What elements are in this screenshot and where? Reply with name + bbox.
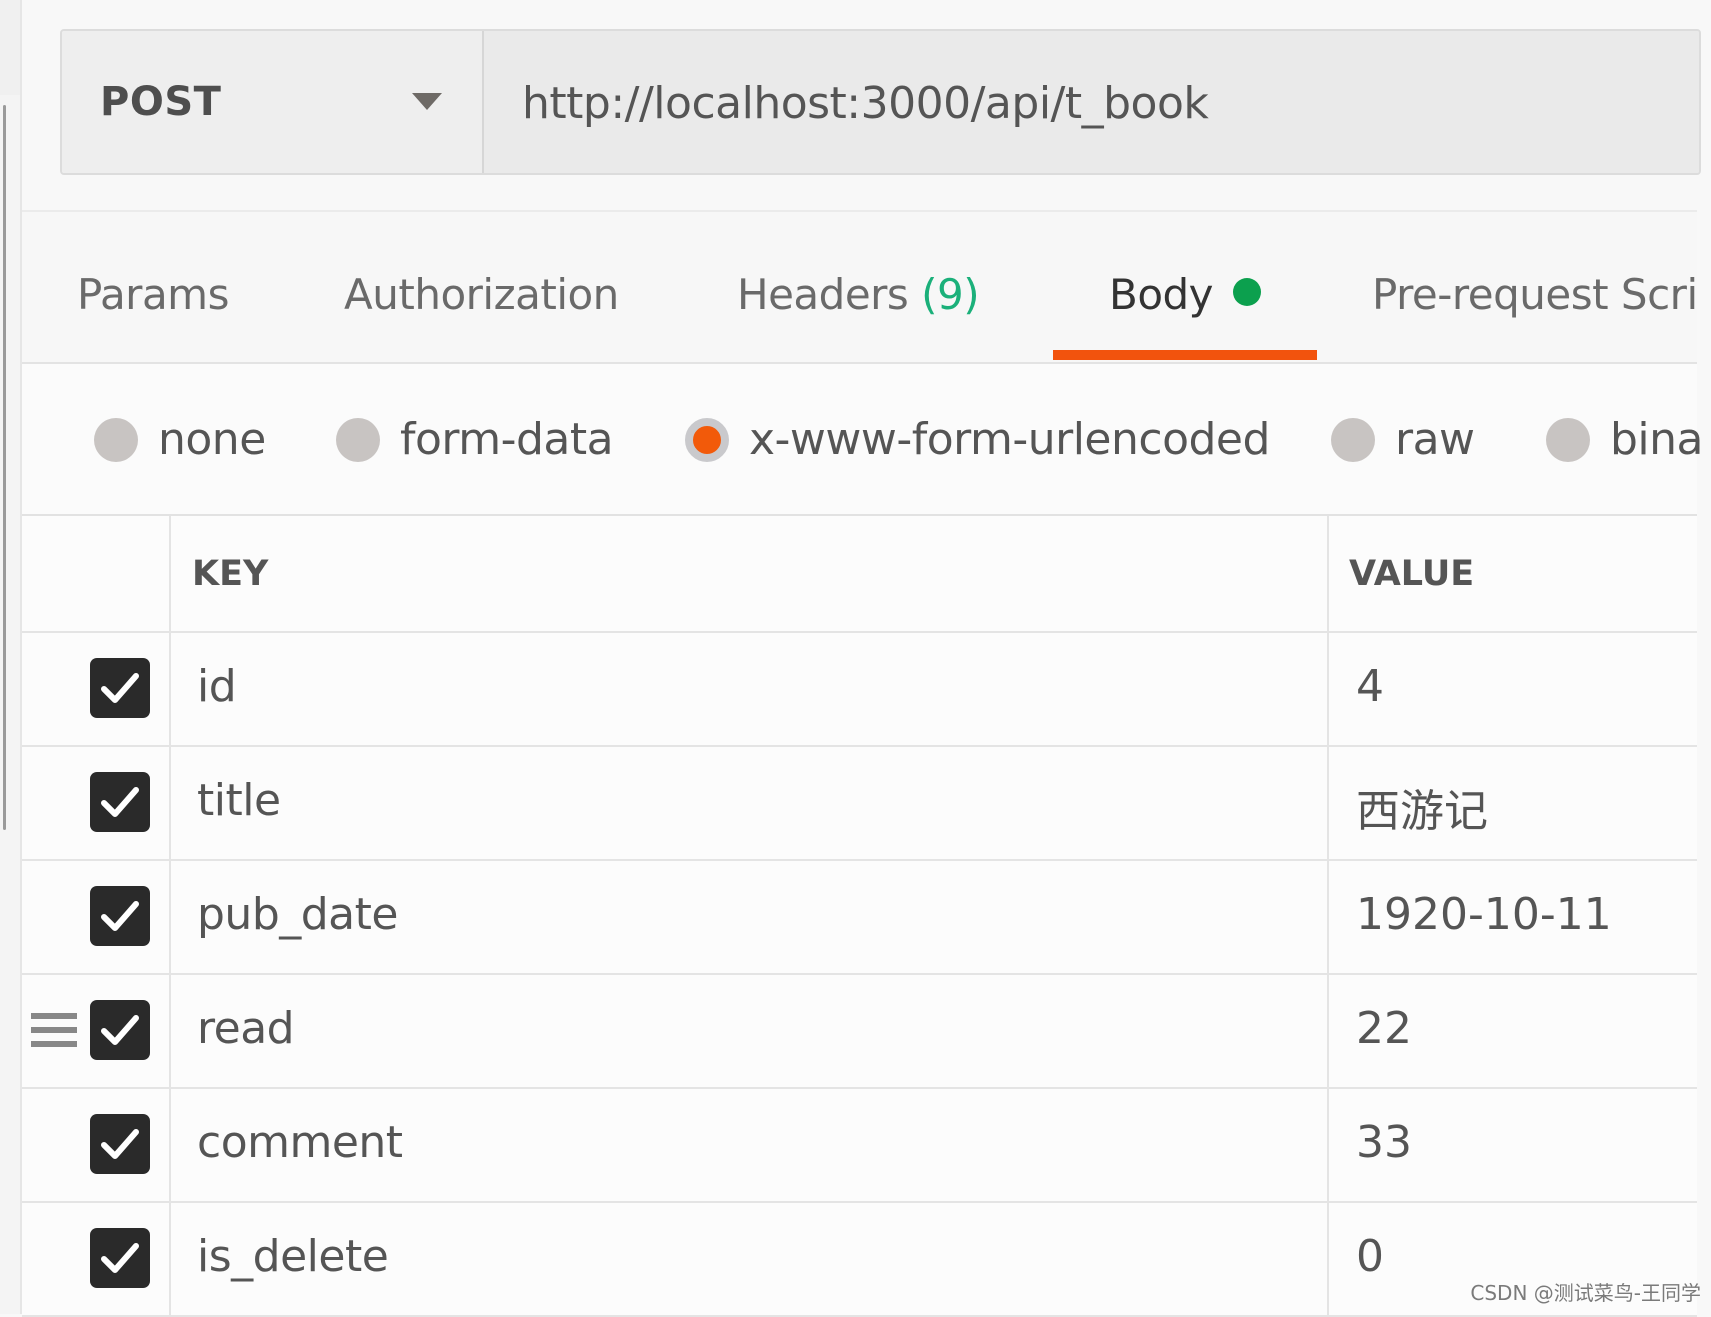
request-panel: POST Params Authorization Headers (9) Bo… <box>22 0 1711 1317</box>
radio-circle-icon <box>1546 417 1590 462</box>
table-row: is_delete 0 <box>22 1203 1697 1317</box>
sidebar-scrollbar[interactable] <box>3 105 6 830</box>
method-label: POST <box>100 79 222 125</box>
row-enabled-checkbox[interactable] <box>90 1228 150 1288</box>
radio-label: form-data <box>400 414 614 465</box>
request-url-bar: POST <box>60 29 1701 175</box>
checkmark-icon <box>101 1129 139 1159</box>
param-key-cell[interactable]: is_delete <box>197 1231 389 1282</box>
radio-form-data[interactable]: form-data <box>336 414 614 465</box>
body-params-table: KEY VALUE id 4 title 西游记 pub_date 1920-10-11 r… <box>22 514 1697 1317</box>
checkmark-icon <box>101 787 139 817</box>
request-tabs: Params Authorization Headers (9) Body Pr… <box>22 212 1698 364</box>
column-header-value: VALUE <box>1349 554 1475 594</box>
tab-authorization[interactable]: Authorization <box>344 270 619 319</box>
active-tab-indicator <box>1053 350 1317 360</box>
radio-label: none <box>158 414 266 465</box>
tab-label: Body <box>1109 270 1214 319</box>
param-value-cell[interactable]: 1920-10-11 <box>1356 889 1612 940</box>
tab-headers[interactable]: Headers (9) <box>737 270 980 319</box>
radio-none[interactable]: none <box>94 414 266 465</box>
param-value-cell[interactable]: 4 <box>1356 661 1384 712</box>
table-row: comment 33 <box>22 1089 1697 1203</box>
param-value-cell[interactable]: 西游记 <box>1356 775 1488 839</box>
tab-label: Headers <box>737 270 909 319</box>
table-row: id 4 <box>22 633 1697 747</box>
table-row: read 22 <box>22 975 1697 1089</box>
checkmark-icon <box>101 673 139 703</box>
row-enabled-checkbox[interactable] <box>90 658 150 718</box>
body-type-selector: none form-data x-www-form-urlencoded raw… <box>22 364 1704 514</box>
radio-circle-icon <box>1331 417 1375 462</box>
param-value-cell[interactable]: 22 <box>1356 1003 1412 1054</box>
column-header-key: KEY <box>192 554 269 594</box>
param-key-cell[interactable]: id <box>197 661 237 712</box>
sidebar-top <box>0 0 20 95</box>
tab-label: Pre-request Scri <box>1372 270 1698 319</box>
radio-raw[interactable]: raw <box>1331 414 1475 465</box>
column-divider <box>1327 516 1329 1316</box>
row-enabled-checkbox[interactable] <box>90 772 150 832</box>
radio-label: bina <box>1610 414 1704 465</box>
radio-binary[interactable]: bina <box>1546 414 1704 465</box>
method-dropdown[interactable]: POST <box>62 31 484 173</box>
tab-params[interactable]: Params <box>77 270 229 319</box>
table-header-row: KEY VALUE <box>22 516 1697 633</box>
table-row: pub_date 1920-10-11 <box>22 861 1697 975</box>
tab-pre-request-script[interactable]: Pre-request Scri <box>1372 270 1698 319</box>
checkmark-icon <box>101 901 139 931</box>
row-enabled-checkbox[interactable] <box>90 1114 150 1174</box>
param-value-cell[interactable]: 33 <box>1356 1117 1412 1168</box>
radio-label: x-www-form-urlencoded <box>749 414 1270 465</box>
drag-handle-icon[interactable] <box>31 1013 77 1049</box>
url-input[interactable] <box>484 31 1699 173</box>
param-key-cell[interactable]: read <box>197 1003 295 1054</box>
tab-label: Params <box>77 270 229 319</box>
body-active-dot-icon <box>1233 278 1262 306</box>
param-value-cell[interactable]: 0 <box>1356 1231 1384 1282</box>
column-divider <box>169 516 171 1316</box>
tab-label: Authorization <box>344 270 619 319</box>
radio-label: raw <box>1395 414 1475 465</box>
checkmark-icon <box>101 1243 139 1273</box>
checkmark-icon <box>101 1015 139 1045</box>
tab-body[interactable]: Body <box>1109 270 1262 319</box>
row-enabled-checkbox[interactable] <box>90 886 150 946</box>
radio-selected-icon <box>685 417 729 462</box>
param-key-cell[interactable]: title <box>197 775 281 826</box>
table-row: title 西游记 <box>22 747 1697 861</box>
radio-circle-icon <box>336 417 380 462</box>
radio-circle-icon <box>94 417 138 462</box>
sidebar-edge <box>0 0 22 1314</box>
caret-down-icon <box>412 93 442 110</box>
headers-count-badge: (9) <box>921 270 980 319</box>
watermark: CSDN @测试菜鸟-王同学 <box>1470 1281 1701 1305</box>
row-enabled-checkbox[interactable] <box>90 1000 150 1060</box>
param-key-cell[interactable]: comment <box>197 1117 403 1168</box>
param-key-cell[interactable]: pub_date <box>197 889 398 940</box>
radio-x-www-form-urlencoded[interactable]: x-www-form-urlencoded <box>685 414 1270 465</box>
